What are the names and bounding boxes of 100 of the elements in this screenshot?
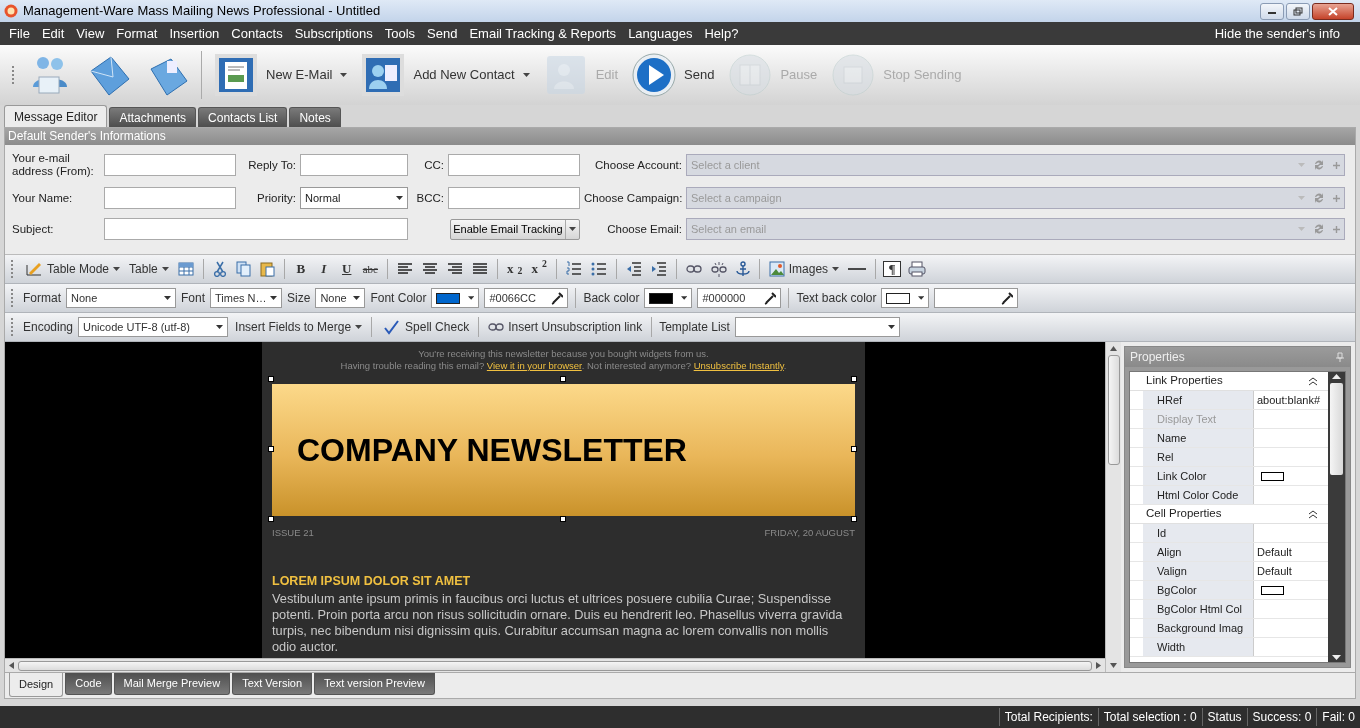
select-field[interactable]: None [315, 288, 366, 308]
resize-handle[interactable] [851, 446, 857, 452]
split-button[interactable]: Enable Email Tracking [450, 218, 580, 240]
toolbar-button[interactable]: Add New Contact [357, 48, 534, 102]
tab[interactable]: Notes [289, 107, 341, 127]
resize-handle[interactable] [268, 446, 274, 452]
menu-item[interactable]: Format [110, 23, 164, 44]
eyedropper-icon [1001, 291, 1014, 305]
format-button[interactable]: B [291, 257, 310, 281]
select-field[interactable]: Times N… [210, 288, 283, 308]
hide-sender-info-link[interactable]: Hide the sender's info [1208, 23, 1346, 44]
menu-item[interactable]: Send [421, 23, 464, 44]
select-field[interactable] [734, 317, 900, 337]
dropdown-button[interactable]: Insert Fields to Merge [233, 315, 365, 339]
tab[interactable]: Text version Preview [314, 673, 435, 695]
toolbar-label: Template List [659, 319, 730, 336]
scrollbar-thumb[interactable] [1330, 383, 1343, 475]
dropdown-button[interactable]: Images [766, 257, 842, 281]
select-field[interactable]: Normal [300, 187, 408, 209]
color-picker[interactable] [881, 288, 930, 308]
resize-handle[interactable] [559, 516, 566, 522]
toolbar-button[interactable]: New E-Mail [210, 48, 352, 102]
close-button[interactable] [1312, 2, 1354, 20]
menu-item[interactable]: Help? [698, 23, 745, 44]
minimize-button[interactable] [1260, 2, 1284, 20]
menu-item[interactable]: Insertion [163, 23, 226, 44]
color-picker[interactable] [431, 288, 480, 308]
article-text: Vestibulum ante ipsum primis in faucibus orci luctus et ultrices posuere cubilia Curae; Suspendisse potenti. Proin porta arcu non risus sollicitudin ornare. Duis eu hendrerit leo. Phasellus viverra gravida turpis, nec bibendum nisi dignissim quis. Curabitur accumsan magna ac lorem convallis non mollis odio auctor. [272, 591, 844, 655]
select-field[interactable]: Unicode UTF-8 (utf-8) [78, 317, 229, 337]
indent-icon [650, 261, 667, 277]
tab[interactable]: Code [65, 673, 112, 695]
resize-handle[interactable] [851, 376, 857, 382]
resize-handle[interactable] [268, 516, 274, 522]
format-button[interactable]: U [337, 257, 356, 281]
format-button[interactable]: ¶ [883, 261, 902, 277]
menu-item[interactable]: Languages [622, 23, 699, 44]
format-button[interactable]: x$^{2}$ [529, 257, 549, 281]
tab[interactable]: Message Editor [4, 105, 108, 127]
menu-item[interactable]: Tools [378, 23, 422, 44]
menu-item[interactable]: Edit [35, 23, 71, 44]
menu-item[interactable]: View [70, 23, 111, 44]
menu-item[interactable]: File [3, 23, 36, 44]
format-button[interactable]: I [314, 257, 333, 281]
property-value[interactable]: Default [1257, 543, 1292, 561]
horizontal-scrollbar[interactable] [5, 658, 1105, 672]
input-field[interactable] [104, 187, 236, 209]
dropdown-button[interactable]: Table Mode [23, 257, 123, 281]
color-picker[interactable] [644, 288, 693, 308]
toolbar-button[interactable]: Insert Unsubscription link [486, 315, 645, 339]
email-link[interactable]: View it in your browser [486, 360, 582, 371]
property-name: Rel [1143, 448, 1254, 466]
color-swatch[interactable] [1261, 585, 1284, 595]
panel-title: Properties [1130, 349, 1185, 366]
toolbar-button[interactable]: Send [628, 48, 719, 102]
color-code-field[interactable] [934, 288, 1019, 308]
input-field[interactable] [448, 187, 580, 209]
input-field[interactable] [448, 154, 580, 176]
color-code-field[interactable]: #000000 [697, 288, 782, 308]
input-field[interactable] [104, 154, 236, 176]
scroll-right-icon [1096, 662, 1101, 669]
tab[interactable]: Mail Merge Preview [113, 673, 231, 695]
scroll-down-icon [1332, 655, 1341, 660]
dropdown-arrow-icon [396, 196, 403, 200]
resize-handle[interactable] [559, 376, 566, 382]
stop-icon [831, 53, 876, 97]
status-text: Total selection : 0 [1097, 708, 1202, 726]
format-button[interactable]: x$_{2}$ [505, 257, 525, 281]
input-field[interactable] [300, 154, 408, 176]
caret-icon [161, 267, 169, 271]
format-button[interactable]: abc [360, 257, 380, 281]
scroll-up-icon [1332, 374, 1341, 379]
field-label: BCC: [415, 191, 444, 205]
email-link[interactable]: Unsubscribe Instantly [693, 360, 784, 371]
vertical-scrollbar[interactable] [1105, 342, 1121, 672]
collapse-icon[interactable] [1308, 509, 1318, 519]
properties-scrollbar[interactable] [1328, 372, 1345, 662]
resize-handle[interactable] [851, 516, 857, 522]
maximize-button[interactable] [1286, 2, 1310, 20]
dropdown-arrow-icon [681, 296, 688, 300]
select-field[interactable]: None [66, 288, 176, 308]
caret-icon [113, 267, 121, 271]
menu-item[interactable]: Subscriptions [288, 23, 379, 44]
tab[interactable]: Attachments [109, 107, 197, 127]
color-swatch[interactable] [1261, 471, 1284, 481]
menu-item[interactable]: Contacts [225, 23, 289, 44]
scroll-down-icon [1110, 663, 1117, 668]
tab[interactable]: Contacts List [198, 107, 288, 127]
toolbar-button[interactable]: Spell Check [379, 315, 472, 339]
property-value[interactable]: Default [1257, 562, 1292, 580]
input-field[interactable] [104, 218, 408, 240]
color-code-field[interactable]: #0066CC [484, 288, 569, 308]
property-name: BgColor [1143, 581, 1254, 599]
property-value[interactable]: about:blank# [1257, 391, 1320, 409]
tab[interactable]: Design [9, 673, 64, 697]
collapse-icon[interactable] [1308, 376, 1318, 386]
dropdown-button[interactable]: Table [127, 257, 171, 281]
date-label: FRIDAY, 20 AUGUST [764, 526, 855, 540]
tab[interactable]: Text Version [232, 673, 313, 695]
resize-handle[interactable] [268, 376, 274, 382]
menu-item[interactable]: Email Tracking & Reports [463, 23, 623, 44]
